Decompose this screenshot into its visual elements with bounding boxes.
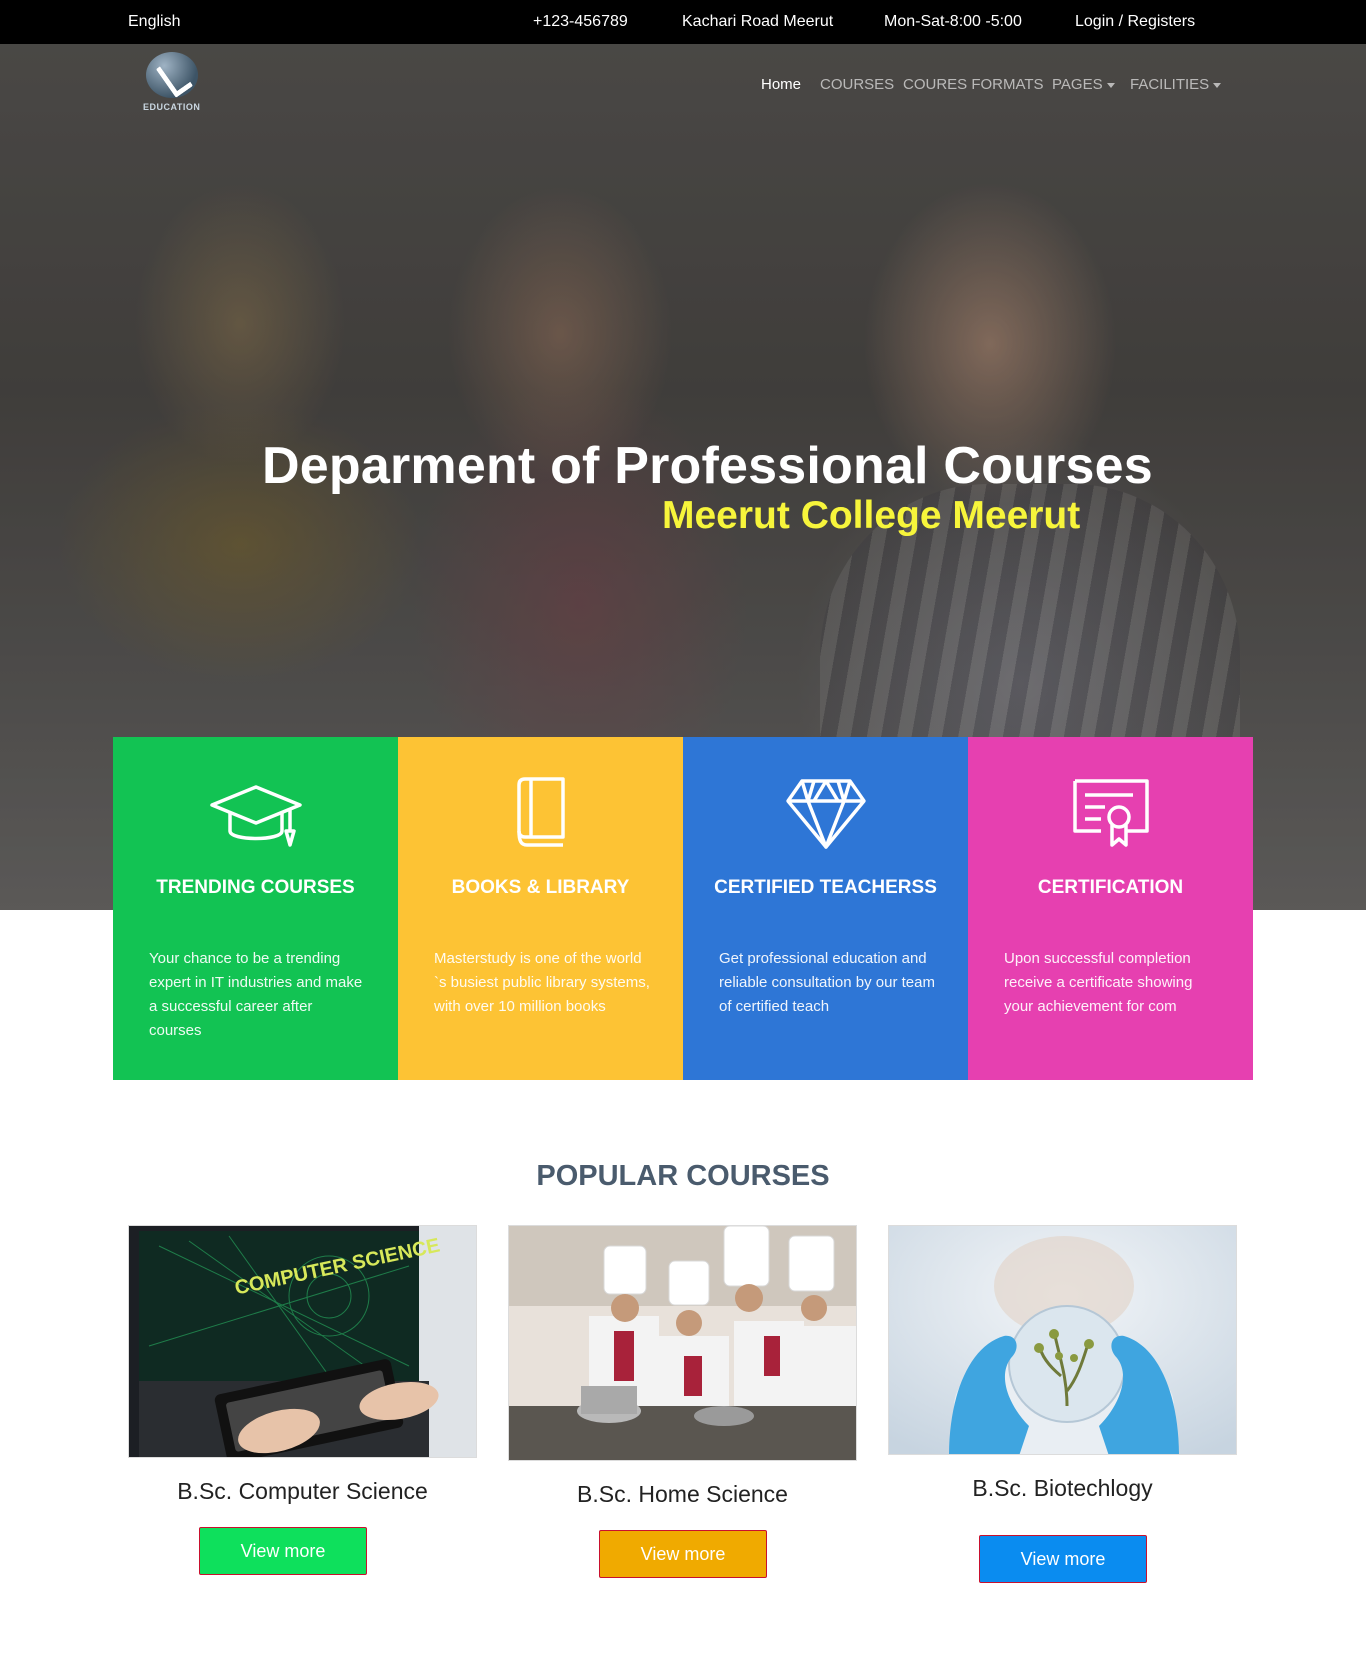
course-image-computer-science[interactable]: COMPUTER SCIENCE — [128, 1225, 477, 1458]
course-image-home-science[interactable] — [508, 1225, 857, 1461]
opening-hours: Mon-Sat-8:00 -5:00 — [884, 13, 1022, 30]
view-more-button[interactable]: View more — [599, 1530, 767, 1578]
home-science-illustration — [509, 1226, 856, 1460]
nav-facilities-label: FACILITIES — [1130, 76, 1210, 93]
phone-number: +123-456789 — [533, 13, 628, 30]
top-bar: English +123-456789 Kachari Road Meerut … — [0, 0, 1366, 44]
hero-title: Deparment of Professional Courses — [262, 437, 1153, 495]
certificate-icon — [968, 775, 1253, 855]
view-more-button[interactable]: View more — [979, 1535, 1147, 1583]
course-name[interactable]: B.Sc. Computer Science — [128, 1478, 477, 1505]
feature-text: Get professional education and reliable … — [719, 950, 935, 1015]
logo-icon — [146, 52, 198, 98]
nav-course-formats[interactable]: COURES FORMATS — [903, 76, 1044, 93]
nav-facilities[interactable]: FACILITIES — [1130, 76, 1222, 93]
nav-home[interactable]: Home — [761, 76, 801, 93]
feature-title: CERTIFIED TEACHERSS — [714, 877, 937, 898]
diamond-icon — [683, 775, 968, 855]
feature-books-library: BOOKS & LIBRARY Masterstudy is one of th… — [398, 737, 683, 1080]
graduation-cap-icon — [113, 775, 398, 855]
feature-text: Upon successful completion receive a cer… — [1004, 950, 1193, 1015]
logo-text: EDUCATION — [143, 102, 201, 112]
feature-title: BOOKS & LIBRARY — [451, 877, 630, 898]
nav-pages[interactable]: PAGES — [1052, 76, 1115, 93]
feature-text: Masterstudy is one of the world `s busie… — [434, 950, 650, 1015]
course-name[interactable]: B.Sc. Biotechlogy — [888, 1475, 1237, 1502]
nav-pages-label: PAGES — [1052, 76, 1103, 93]
site-logo[interactable]: EDUCATION — [140, 52, 210, 112]
book-icon — [398, 775, 683, 855]
course-name[interactable]: B.Sc. Home Science — [508, 1481, 857, 1508]
chevron-down-icon — [1106, 82, 1115, 88]
popular-courses-title: POPULAR COURSES — [536, 1160, 830, 1192]
login-register-link[interactable]: Login / Registers — [1075, 13, 1195, 31]
chevron-down-icon — [1213, 82, 1222, 88]
view-more-button[interactable]: View more — [199, 1527, 367, 1575]
biotechnology-illustration — [889, 1226, 1236, 1454]
feature-certified-teachers: CERTIFIED TEACHERSS Get professional edu… — [683, 737, 968, 1080]
nav-courses[interactable]: COURSES — [820, 76, 894, 93]
computer-science-illustration — [129, 1226, 476, 1457]
address: Kachari Road Meerut — [682, 13, 834, 30]
feature-title: CERTIFICATION — [1037, 877, 1184, 898]
feature-trending-courses: TRENDING COURSES Your chance to be a tre… — [113, 737, 398, 1080]
feature-certification: CERTIFICATION Upon successful completion… — [968, 737, 1253, 1080]
course-image-biotechnology[interactable] — [888, 1225, 1237, 1455]
hero-subtitle: Meerut College Meerut — [662, 494, 1081, 537]
language-selector[interactable]: English — [128, 13, 180, 31]
feature-title: TRENDING COURSES — [156, 877, 355, 898]
feature-text: Your chance to be a trending expert in I… — [149, 950, 363, 1039]
